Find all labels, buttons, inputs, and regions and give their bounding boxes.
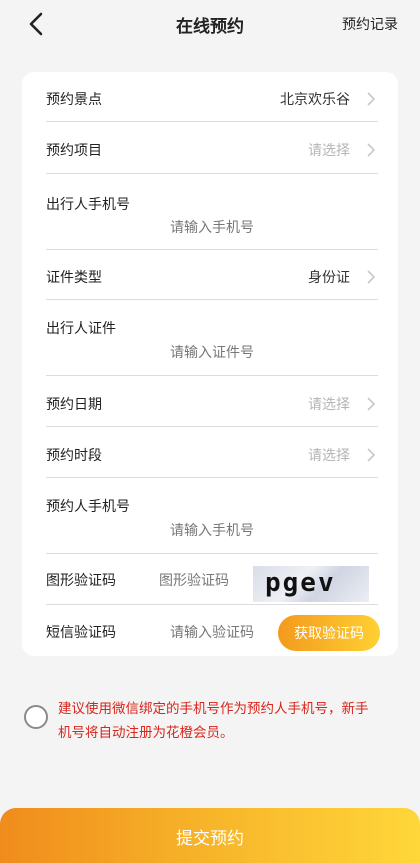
traveler-phone-input[interactable]: 请输入手机号: [46, 217, 378, 237]
submit-button[interactable]: 提交预约: [0, 808, 420, 863]
id-type-label: 证件类型: [46, 270, 102, 286]
booking-form-card: 预约景点 北京欢乐谷 预约项目 请选择 出行人手机号 请输入手机号 证件类型 身…: [22, 72, 398, 656]
sms-code-row: 短信验证码 请输入验证码 获取验证码: [46, 605, 380, 656]
date-row[interactable]: 预约日期 请选择: [46, 376, 378, 427]
attraction-row[interactable]: 预约景点 北京欢乐谷: [46, 72, 378, 122]
top-bar: 在线预约 预约记录: [0, 0, 420, 48]
booker-phone-row: 预约人手机号 请输入手机号: [46, 478, 378, 554]
captcha-text: pgev: [265, 568, 336, 598]
attraction-label: 预约景点: [46, 92, 102, 108]
image-captcha-input[interactable]: 图形验证码: [159, 570, 229, 590]
image-captcha-label: 图形验证码: [46, 573, 116, 589]
chevron-right-icon: [367, 143, 376, 157]
agreement-text: 建议使用微信绑定的手机号作为预约人手机号，新手机号将自动注册为花橙会员。: [58, 701, 369, 741]
chevron-right-icon: [367, 92, 376, 106]
agreement-radio[interactable]: [24, 705, 48, 729]
date-label: 预约日期: [46, 397, 102, 413]
time-slot-label: 预约时段: [46, 448, 102, 464]
time-slot-row[interactable]: 预约时段 请选择: [46, 427, 378, 478]
item-select: 请选择: [308, 143, 350, 159]
get-sms-code-button[interactable]: 获取验证码: [278, 615, 380, 651]
booking-records-link[interactable]: 预约记录: [342, 14, 398, 34]
chevron-right-icon: [367, 270, 376, 284]
booker-phone-label: 预约人手机号: [46, 499, 130, 515]
traveler-id-label: 出行人证件: [46, 321, 116, 337]
item-label: 预约项目: [46, 143, 102, 159]
sms-code-label: 短信验证码: [46, 625, 116, 641]
chevron-right-icon: [367, 397, 376, 411]
chevron-right-icon: [367, 448, 376, 462]
sms-code-input[interactable]: 请输入验证码: [170, 622, 254, 642]
date-select: 请选择: [308, 397, 350, 413]
traveler-id-row: 出行人证件 请输入证件号: [46, 300, 378, 376]
traveler-id-input[interactable]: 请输入证件号: [46, 342, 378, 362]
booker-phone-input[interactable]: 请输入手机号: [46, 520, 378, 540]
image-captcha-row: 图形验证码 图形验证码 pgev: [46, 554, 378, 605]
captcha-image[interactable]: pgev: [253, 566, 369, 602]
traveler-phone-row: 出行人手机号 请输入手机号: [46, 174, 378, 250]
item-row[interactable]: 预约项目 请选择: [46, 122, 378, 174]
traveler-phone-label: 出行人手机号: [46, 197, 130, 213]
id-type-row[interactable]: 证件类型 身份证: [46, 250, 378, 300]
time-slot-select: 请选择: [308, 448, 350, 464]
attraction-value: 北京欢乐谷: [280, 92, 350, 108]
id-type-value: 身份证: [308, 270, 350, 286]
